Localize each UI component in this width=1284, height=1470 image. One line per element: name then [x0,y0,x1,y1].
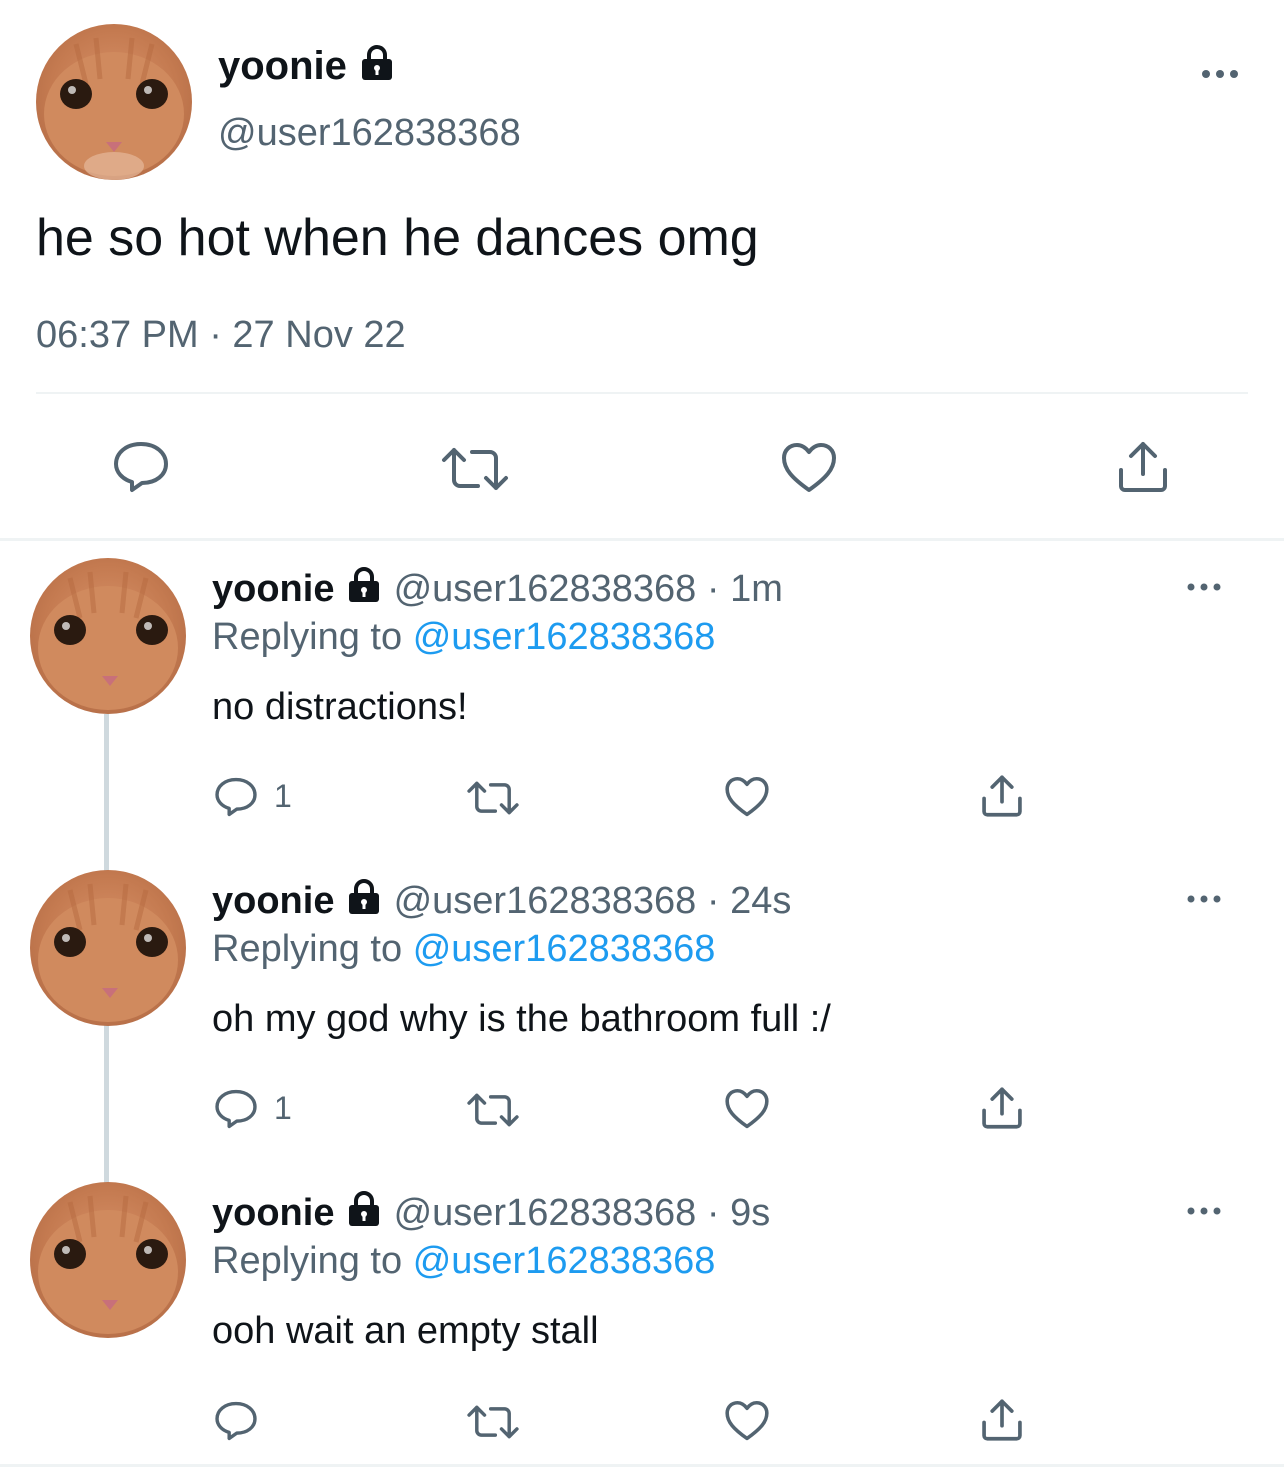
reply-handle-time[interactable]: @user162838368 · 24s [394,880,792,922]
more-icon[interactable] [1186,580,1222,599]
replying-to-line: Replying to @user162838368 [212,926,715,972]
replying-to-prefix: Replying to [212,928,403,970]
replying-to-link[interactable]: @user162838368 [413,1240,716,1282]
reply-header: yoonie @user162838368 · 24s [212,878,791,927]
replying-to-line: Replying to @user162838368 [212,614,715,660]
main-timestamp[interactable]: 06:37 PM · 27 Nov 22 [36,312,406,358]
replying-to-link[interactable]: @user162838368 [413,928,716,970]
like-icon[interactable] [724,776,770,818]
reply-display-name[interactable]: yoonie [212,1192,334,1234]
retweet-icon[interactable] [466,1404,520,1440]
replying-to-prefix: Replying to [212,1240,403,1282]
share-icon[interactable] [980,1086,1024,1130]
bottom-divider [0,1464,1284,1467]
reply-handle-time[interactable]: @user162838368 · 9s [394,1192,771,1234]
share-icon[interactable] [980,774,1024,818]
lock-icon [345,1190,383,1239]
reply-icon[interactable] [214,1400,258,1442]
divider [36,392,1248,394]
like-icon[interactable] [724,1088,770,1130]
reply-icon[interactable] [214,1088,258,1130]
reply-icon[interactable] [214,776,258,818]
share-icon[interactable] [980,1398,1024,1442]
like-icon[interactable] [724,1400,770,1442]
replying-to-link[interactable]: @user162838368 [413,616,716,658]
replying-to-prefix: Replying to [212,616,403,658]
like-icon[interactable] [780,442,838,494]
main-handle[interactable]: @user162838368 [218,110,521,156]
reply-handle-time[interactable]: @user162838368 · 1m [394,568,783,610]
reply-avatar[interactable] [30,1182,186,1338]
replying-to-line: Replying to @user162838368 [212,1238,715,1284]
main-tweet-text: he so hot when he dances omg [36,209,759,267]
main-display-name[interactable]: yoonie [218,42,396,93]
reply-display-name[interactable]: yoonie [212,568,334,610]
reply-count: 1 [274,1090,292,1126]
lock-icon [345,566,383,615]
lock-icon [345,878,383,927]
more-icon[interactable] [1186,1204,1222,1223]
reply-header: yoonie @user162838368 · 9s [212,1190,770,1239]
main-display-name-text[interactable]: yoonie [218,44,347,88]
reply-text: ooh wait an empty stall [212,1310,599,1352]
reply-text: oh my god why is the bathroom full :/ [212,998,831,1040]
reply-header: yoonie @user162838368 · 1m [212,566,783,615]
more-icon[interactable] [1186,892,1222,911]
lock-icon [358,44,396,93]
reply-text: no distractions! [212,686,468,728]
reply-icon[interactable] [112,440,170,494]
main-avatar[interactable] [36,24,192,180]
more-icon[interactable] [1200,66,1240,87]
reply-count: 1 [274,778,292,814]
reply-display-name[interactable]: yoonie [212,880,334,922]
share-icon[interactable] [1116,440,1170,494]
reply-avatar[interactable] [30,870,186,1026]
reply-avatar[interactable] [30,558,186,714]
section-divider [0,538,1284,541]
retweet-icon[interactable] [440,446,510,492]
retweet-icon[interactable] [466,1092,520,1128]
retweet-icon[interactable] [466,780,520,816]
